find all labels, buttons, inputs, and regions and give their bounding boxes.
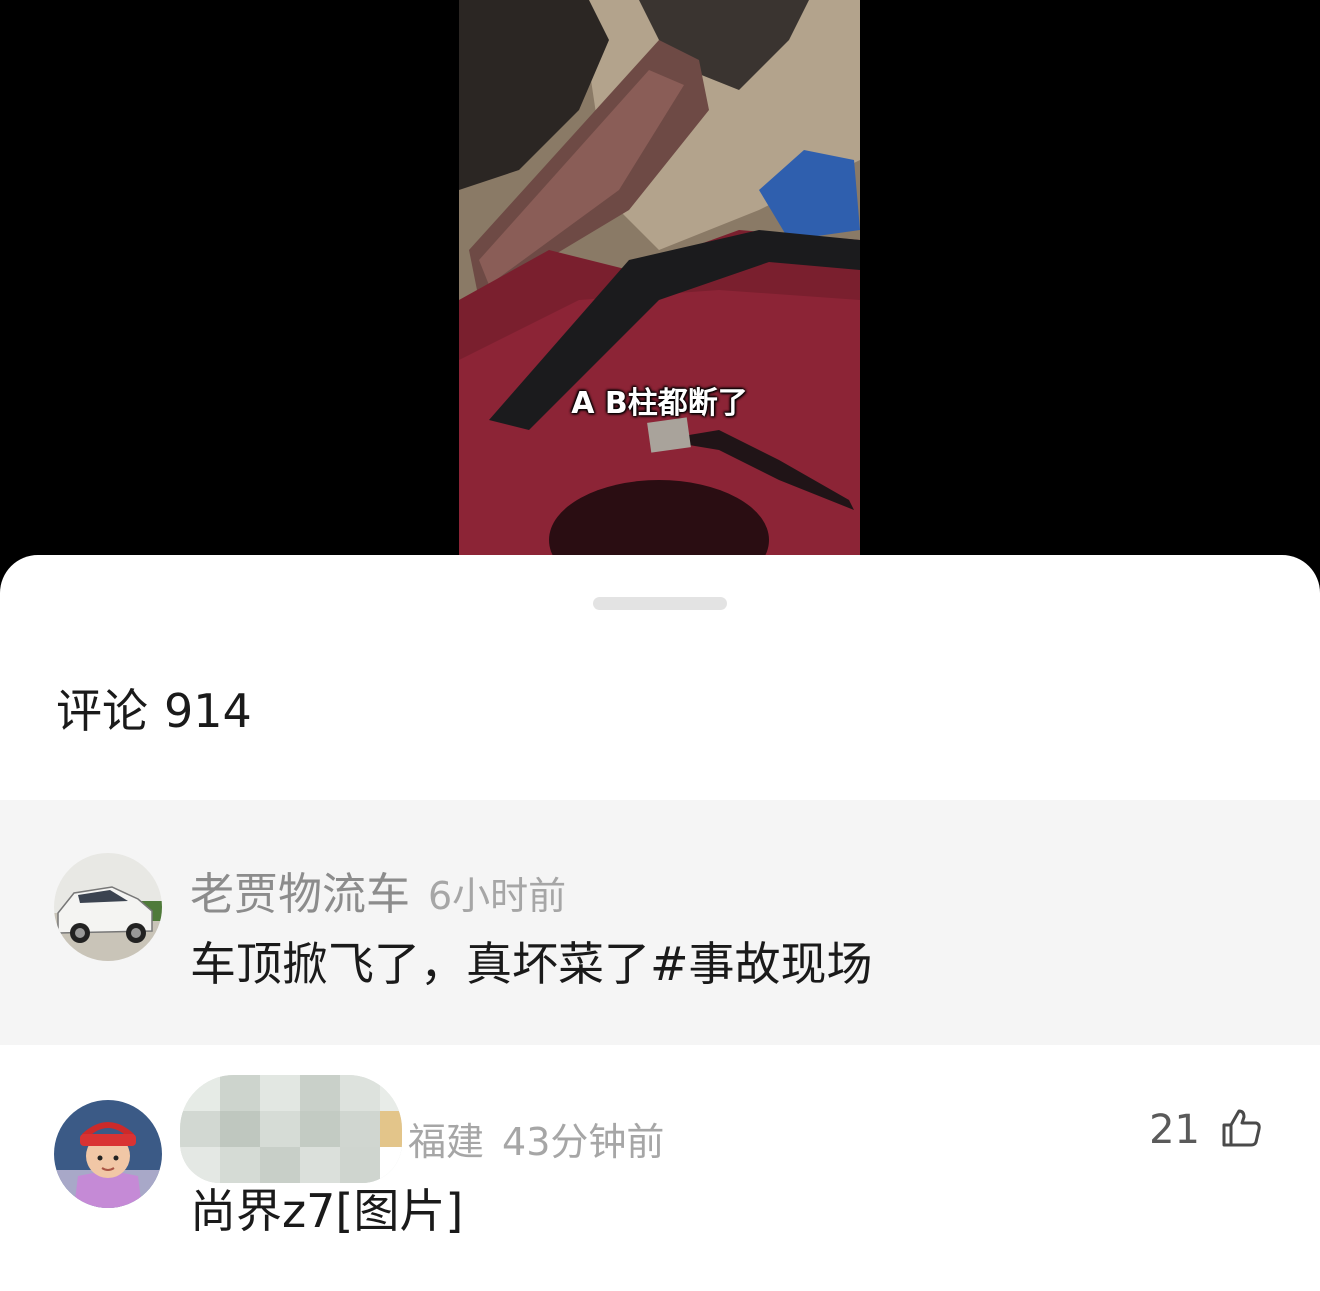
like-button[interactable]: 21 [1149, 1107, 1262, 1153]
like-count: 21 [1149, 1107, 1200, 1153]
video-subtitle: A B柱都断了 [571, 386, 748, 421]
comment-meta: 福建 43分钟前 [408, 1111, 664, 1166]
video-player[interactable]: A B柱都断了 [0, 0, 1320, 580]
comment-text: 尚界z7[图片] [190, 1184, 464, 1238]
thumbs-up-icon[interactable] [1220, 1107, 1262, 1153]
comment-item[interactable]: 福建 43分钟前 21 尚界z7[图片] [0, 1045, 1320, 1291]
comment-item[interactable]: 老贾物流车 6小时前 车顶掀飞了，真坏菜了#事故现场 [0, 800, 1320, 1045]
comment-time: 43分钟前 [502, 1120, 665, 1164]
comments-count: 914 [164, 684, 252, 738]
drag-handle[interactable] [593, 597, 727, 610]
comment-location: 福建 [408, 1120, 485, 1164]
comments-title-label: 评论 [56, 684, 148, 738]
avatar[interactable] [54, 853, 162, 961]
avatar[interactable] [54, 1100, 162, 1208]
comment-text: 车顶掀飞了，真坏菜了#事故现场 [190, 937, 873, 991]
comments-sheet: 评论 914 老贾物流车 6小时前 车顶掀飞了，真坏菜了#事故现场 福建 43分… [0, 555, 1320, 1291]
comment-username[interactable]: 老贾物流车 [190, 858, 410, 922]
video-frame[interactable]: A B柱都断了 [459, 0, 860, 560]
video-still-image [459, 0, 860, 560]
censored-username[interactable] [180, 1075, 402, 1183]
comment-time: 6小时前 [428, 874, 567, 918]
comments-header: 评论 914 [56, 688, 252, 734]
comment-meta: 老贾物流车 6小时前 [190, 858, 566, 922]
